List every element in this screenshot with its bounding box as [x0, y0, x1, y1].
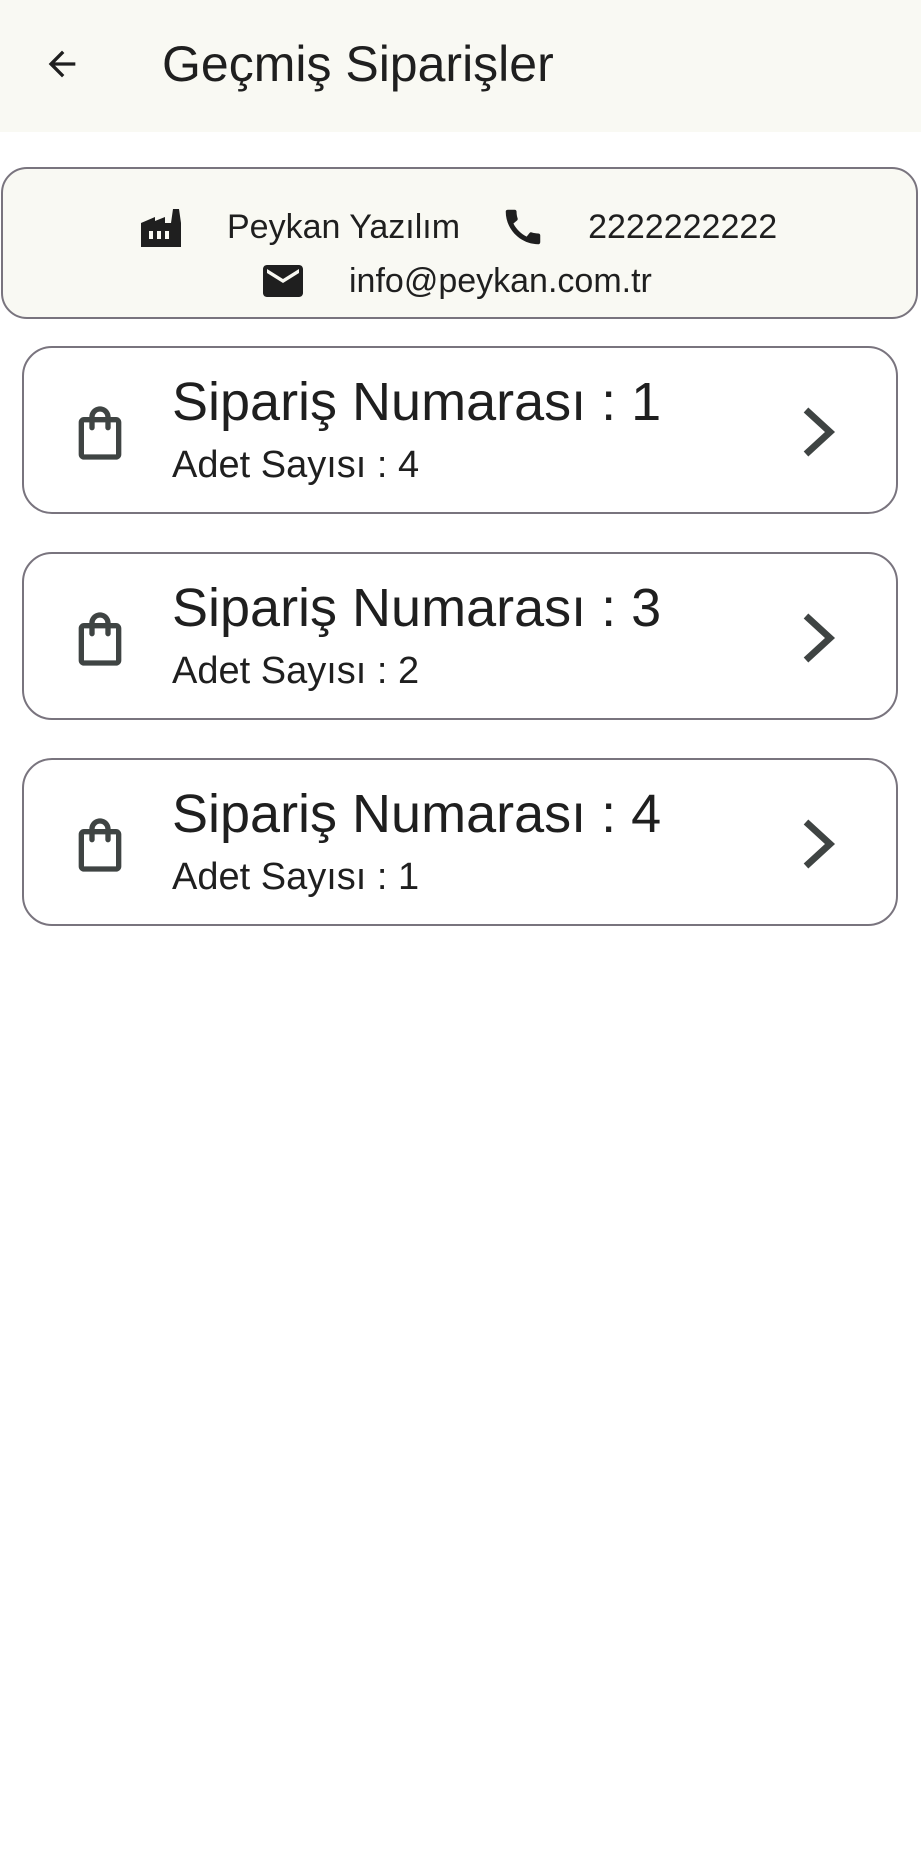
order-quantity: Adet Sayısı : 4 [172, 444, 420, 486]
factory-icon [137, 203, 185, 251]
chevron-right-icon [803, 613, 836, 663]
arrow-back-icon [48, 50, 76, 78]
order-card[interactable]: Sipariş Numarası : 3 Adet Sayısı : 2 [22, 552, 898, 720]
back-button[interactable] [34, 36, 90, 92]
company-email: info@peykan.com.tr [349, 261, 652, 300]
mail-icon [259, 257, 307, 305]
company-phone: 2222222222 [588, 207, 778, 246]
company-name-phone-row: Peykan Yazılım 2222222222 [137, 197, 777, 257]
company-name: Peykan Yazılım [227, 207, 461, 246]
company-info-card: Peykan Yazılım 2222222222 info@peykan.co… [1, 167, 918, 319]
company-email-row: info@peykan.com.tr [259, 253, 652, 309]
chevron-right-icon [803, 819, 836, 869]
order-quantity: Adet Sayısı : 1 [172, 856, 420, 898]
phone-icon [500, 204, 546, 250]
order-number: Sipariş Numarası : 1 [172, 372, 662, 432]
page-title: Geçmiş Siparişler [162, 36, 554, 92]
shopping-bag-icon [78, 406, 122, 460]
chevron-right-icon [803, 407, 836, 457]
app-bar: Geçmiş Siparişler [0, 0, 921, 132]
order-quantity: Adet Sayısı : 2 [172, 650, 420, 692]
order-number: Sipariş Numarası : 3 [172, 578, 662, 638]
shopping-bag-icon [78, 818, 122, 872]
order-number: Sipariş Numarası : 4 [172, 784, 662, 844]
shopping-bag-icon [78, 612, 122, 666]
order-card[interactable]: Sipariş Numarası : 4 Adet Sayısı : 1 [22, 758, 898, 926]
order-card[interactable]: Sipariş Numarası : 1 Adet Sayısı : 4 [22, 346, 898, 514]
